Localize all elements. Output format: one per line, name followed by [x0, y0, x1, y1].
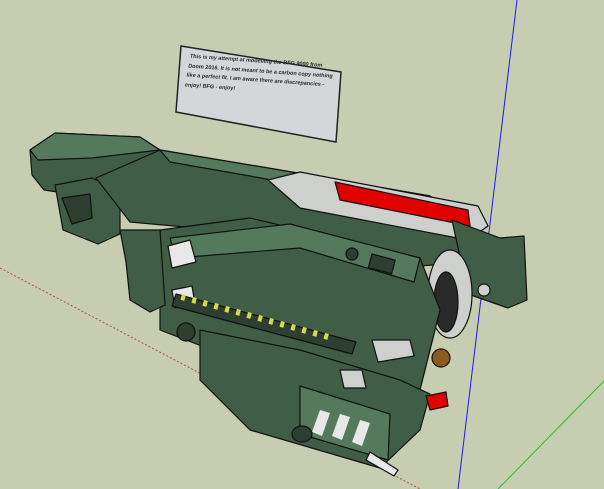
green-axis — [497, 380, 604, 489]
bfg-model[interactable] — [29, 132, 528, 477]
note-text: This is my attempt at modelling the BFG … — [184, 53, 334, 92]
description-note: This is my attempt at modelling the BFG … — [175, 46, 341, 145]
modeling-viewport[interactable]: This is my attempt at modelling the BFG … — [0, 0, 604, 489]
